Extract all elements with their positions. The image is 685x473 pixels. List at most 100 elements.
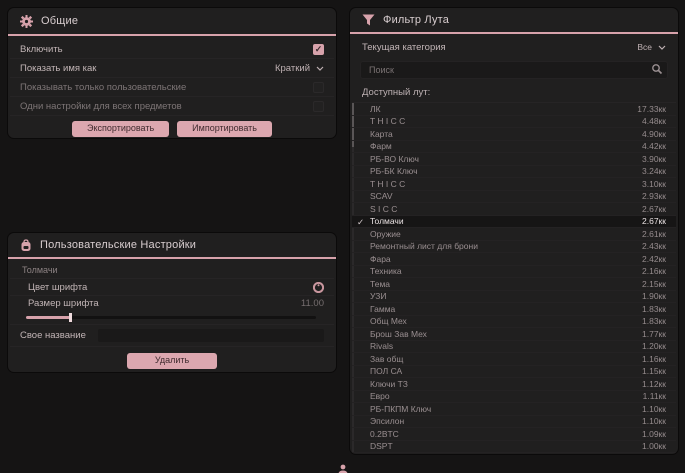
- loot-item-value: 4.42кк: [642, 141, 666, 151]
- loot-list: ЛК 17.33кк T H I C C4.48ккКарта 4.90кк Фарм4…: [352, 102, 676, 453]
- loot-item-name: Оружие: [370, 229, 401, 239]
- loot-item-value: 1.90кк: [642, 291, 666, 301]
- font-size-value: 11.00: [301, 298, 324, 309]
- current-category-label: Текущая категория: [362, 42, 446, 53]
- loot-row[interactable]: ✓Толмачи2.67кк: [352, 216, 676, 229]
- color-palette-icon[interactable]: [313, 282, 324, 293]
- loot-row[interactable]: Фара2.42кк: [352, 253, 676, 266]
- loot-item-value: 2.93кк: [642, 191, 666, 201]
- loot-filter-title: Фильтр Лута: [383, 14, 449, 26]
- same-settings-checkbox[interactable]: [313, 101, 324, 112]
- loot-item-name: Зав общ: [370, 354, 403, 364]
- loot-row[interactable]: РБ-БК Ключ 3.24кк: [352, 166, 676, 179]
- custom-name-label: Свое название: [20, 330, 86, 341]
- funnel-icon: [362, 14, 375, 26]
- mod-config-screen: Общие Включить ✓ Показать имя как Кратки…: [0, 0, 685, 473]
- loot-item-name: 0.2BTC: [370, 429, 399, 439]
- selected-item-name: Толмачи: [10, 259, 334, 279]
- loot-item-value: 17.33кк: [637, 104, 666, 114]
- loot-row[interactable]: Эпсилон1.10кк: [352, 416, 676, 429]
- loot-row[interactable]: ПОЛ СА 1.15кк: [352, 366, 676, 379]
- loot-item-name: ЛК: [370, 104, 381, 114]
- enable-label: Включить: [20, 44, 63, 55]
- loot-item-name: Rivals: [370, 341, 393, 351]
- name-mode-value: Краткий: [275, 63, 310, 74]
- loot-accent-line: [350, 32, 678, 34]
- available-loot-label: Доступный лут:: [350, 79, 678, 102]
- loot-row[interactable]: Ремонтный лист для брони2.43кк: [352, 241, 676, 254]
- only-custom-checkbox[interactable]: [313, 82, 324, 93]
- search-input[interactable]: [360, 61, 668, 79]
- loot-row[interactable]: T H I C C4.48кк: [352, 116, 676, 129]
- loot-row[interactable]: РБ-ПКПМ Ключ1.10кк: [352, 403, 676, 416]
- loot-item-name: ПОЛ СА: [370, 366, 402, 376]
- font-size-slider[interactable]: [26, 313, 316, 322]
- search-icon[interactable]: [651, 63, 663, 75]
- slider-fill: [26, 316, 70, 319]
- slider-handle[interactable]: [69, 313, 72, 322]
- name-mode-select[interactable]: Краткий: [275, 63, 324, 74]
- loot-item-name: Карта: [370, 129, 393, 139]
- loot-row[interactable]: Rivals1.20кк: [352, 341, 676, 354]
- loot-row[interactable]: Тема2.15кк: [352, 278, 676, 291]
- loot-row[interactable]: Фарм4.42кк: [352, 141, 676, 154]
- general-panel-title: Общие: [41, 15, 78, 27]
- loot-row[interactable]: РБ-ВО Ключ3.90кк: [352, 153, 676, 166]
- loot-row[interactable]: Ключи ТЗ1.12кк: [352, 378, 676, 391]
- loot-item-name: РБ-БК Ключ: [370, 166, 418, 176]
- search-box: [360, 60, 668, 79]
- loot-row[interactable]: 0.2BTC1.09кк: [352, 428, 676, 441]
- person-icon[interactable]: [337, 463, 349, 473]
- loot-item-name: Толмачи: [370, 216, 404, 226]
- font-size-row: Размер шрифта 11.00: [10, 296, 334, 311]
- loot-item-value: 3.24кк: [642, 166, 666, 176]
- loot-row[interactable]: Брош Зав Мех1.77кк: [352, 328, 676, 341]
- current-category-row: Текущая категория Все: [352, 38, 676, 56]
- setting-row-same-settings: Одни настройки для всех предметов: [10, 97, 334, 116]
- loot-row[interactable]: Карта 4.90кк: [352, 128, 676, 141]
- only-custom-label: Показывать только пользовательские: [20, 82, 186, 93]
- font-color-row: Цвет шрифта: [10, 279, 334, 296]
- loot-item-value: 1.16кк: [642, 354, 666, 364]
- loot-row[interactable]: S I C C2.67кк: [352, 203, 676, 216]
- loot-row[interactable]: УЗИ1.90кк: [352, 291, 676, 304]
- loot-row[interactable]: T H I C C3.10кк: [352, 178, 676, 191]
- loot-row[interactable]: Техника 2.16кк: [352, 266, 676, 279]
- import-button[interactable]: Импортировать: [177, 121, 272, 137]
- loot-item-name: T H I C C: [370, 179, 405, 189]
- custom-settings-title: Пользовательские Настройки: [40, 239, 196, 251]
- loot-row[interactable]: Зав общ 1.16кк: [352, 353, 676, 366]
- category-select[interactable]: Все: [637, 42, 666, 52]
- loot-row[interactable]: SCAV 2.93кк: [352, 191, 676, 204]
- loot-item-value: 1.10кк: [642, 404, 666, 414]
- loot-row[interactable]: ЛК 17.33кк: [352, 103, 676, 116]
- setting-row-name-mode: Показать имя как Краткий: [10, 59, 334, 78]
- gear-icon: [20, 15, 33, 28]
- custom-name-input[interactable]: [98, 329, 324, 342]
- loot-item-value: 4.90кк: [642, 129, 666, 139]
- loot-item-name: Ключи ТЗ: [370, 379, 408, 389]
- loot-item-name: Евро: [370, 391, 390, 401]
- loot-item-name: SCAV: [370, 191, 393, 201]
- enable-checkbox[interactable]: ✓: [313, 44, 324, 55]
- loot-item-name: Техника: [370, 266, 402, 276]
- check-icon: ✓: [357, 216, 364, 229]
- loot-item-value: 3.90кк: [642, 154, 666, 164]
- loot-item-value: 1.83кк: [642, 304, 666, 314]
- loot-filter-header: Фильтр Лута: [350, 8, 678, 32]
- loot-row[interactable]: Гамма1.83кк: [352, 303, 676, 316]
- loot-item-value: 1.15кк: [642, 366, 666, 376]
- export-button[interactable]: Экспортировать: [72, 121, 169, 137]
- loot-row[interactable]: Евро1.11кк: [352, 391, 676, 404]
- loot-row[interactable]: Общ Мех1.83кк: [352, 316, 676, 329]
- loot-row[interactable]: Оружие2.61кк: [352, 228, 676, 241]
- loot-item-value: 2.16кк: [642, 266, 666, 276]
- delete-button[interactable]: Удалить: [127, 353, 217, 369]
- custom-name-row: Свое название: [10, 325, 334, 347]
- loot-item-name: DSPT: [370, 441, 393, 451]
- general-accent-line: [8, 34, 336, 36]
- loot-filter-panel: Фильтр Лута Текущая категория Все Доступ…: [350, 8, 678, 454]
- general-panel: Общие Включить ✓ Показать имя как Кратки…: [8, 8, 336, 138]
- loot-item-value: 2.42кк: [642, 254, 666, 264]
- loot-row[interactable]: DSPT1.00кк: [352, 441, 676, 454]
